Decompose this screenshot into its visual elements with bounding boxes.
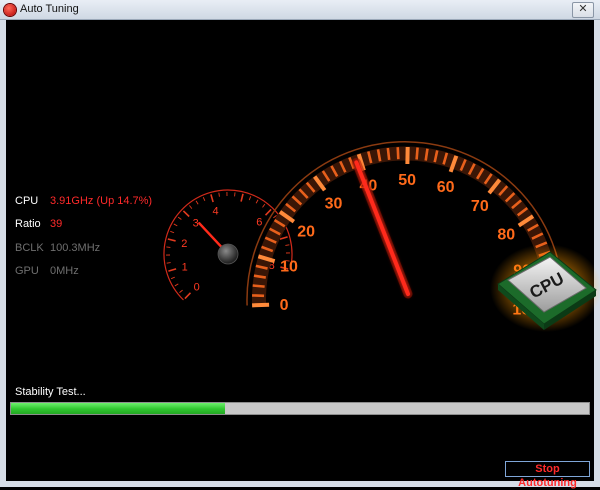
small-gauge-tick xyxy=(256,200,258,203)
small-gauge-label: 1 xyxy=(182,261,188,273)
small-gauge-label: 6 xyxy=(256,217,262,229)
small-gauge-hub xyxy=(218,244,238,264)
small-gauge-tick xyxy=(203,197,205,201)
large-gauge-tick xyxy=(253,285,265,286)
small-gauge-tick xyxy=(168,269,176,271)
small-gauge-tick xyxy=(179,290,182,292)
small-gauge-tick xyxy=(196,201,198,204)
small-gauge-label: 4 xyxy=(213,206,219,218)
large-gauge-tick xyxy=(388,148,389,160)
small-gauge-tick xyxy=(170,231,174,232)
small-gauge-tick xyxy=(249,196,250,200)
small-gauge-tick xyxy=(167,263,171,264)
small-gauge-tick xyxy=(171,277,175,279)
large-gauge-label: 0 xyxy=(280,297,289,314)
small-gauge-tick xyxy=(174,224,177,226)
large-gauge-label: 80 xyxy=(497,227,515,244)
small-gauge-tick xyxy=(266,209,272,215)
large-gauge-label: 10 xyxy=(280,258,298,275)
stop-autotuning-button[interactable]: Stop Autotuning xyxy=(505,461,590,477)
small-gauge-label: 3 xyxy=(193,218,199,230)
small-gauge-tick xyxy=(175,284,178,286)
large-gauge-label: 20 xyxy=(297,223,315,240)
small-gauge-tick xyxy=(168,239,176,241)
cpu-chip-icon: CPU xyxy=(490,244,600,332)
stability-progress-bar xyxy=(10,402,590,415)
small-gauge-tick xyxy=(211,194,213,202)
large-gauge-tick xyxy=(417,148,418,160)
large-gauge-label: 60 xyxy=(437,179,455,196)
small-gauge-tick xyxy=(285,245,289,246)
large-gauge-label: 70 xyxy=(471,198,489,215)
status-label: Stability Test... xyxy=(15,386,86,398)
small-gauge-tick xyxy=(280,237,288,239)
large-gauge-tick xyxy=(426,149,428,161)
large-gauge-tick xyxy=(252,305,269,306)
small-gauge-tick xyxy=(219,193,220,197)
small-gauge-label: 2 xyxy=(181,238,187,250)
progress-fill xyxy=(11,403,225,414)
large-gauge-tick xyxy=(398,147,399,159)
small-gauge-tick xyxy=(183,211,189,217)
small-gauge-tick xyxy=(262,204,264,207)
small-gauge-tick xyxy=(178,217,181,219)
small-gauge-tick xyxy=(185,293,191,299)
small-gauge-label: 0 xyxy=(194,281,200,293)
large-gauge-label: 50 xyxy=(398,172,416,189)
large-gauge-label: 30 xyxy=(325,195,343,212)
small-gauge-tick xyxy=(241,194,243,202)
small-gauge-tick xyxy=(189,205,191,208)
